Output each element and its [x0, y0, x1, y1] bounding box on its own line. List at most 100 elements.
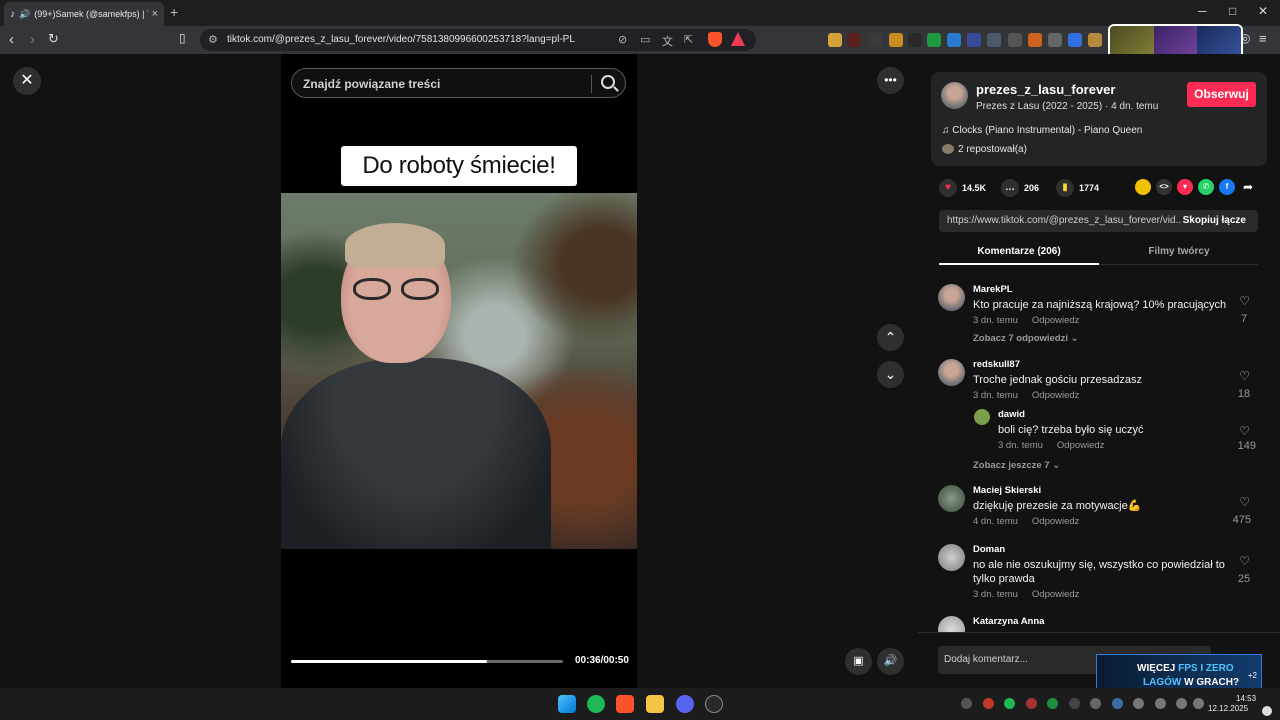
view-replies-button[interactable]: Zobacz 7 odpowiedzi ⌄ [973, 333, 1079, 344]
brave-rewards-icon[interactable] [731, 32, 745, 46]
more-options-button[interactable]: ••• [877, 67, 904, 94]
send-to-friends-icon[interactable]: ▾ [1177, 179, 1193, 195]
tab-creator-videos[interactable]: Filmy twórcy [1099, 246, 1259, 257]
translate-icon[interactable]: 文 [662, 33, 673, 49]
author-username[interactable]: prezes_z_lasu_forever [976, 82, 1115, 97]
tray-icon[interactable] [1047, 698, 1058, 709]
extension-icon[interactable] [889, 33, 903, 47]
comment-action[interactable]: … 206 [1001, 179, 1039, 197]
start-icon[interactable] [558, 695, 576, 713]
extension-icon[interactable] [1068, 33, 1082, 47]
spotify-icon[interactable] [587, 695, 605, 713]
extension-icon[interactable] [847, 33, 861, 47]
tray-icon[interactable] [1090, 698, 1101, 709]
whatsapp-icon[interactable]: ✆ [1198, 179, 1214, 195]
commenter-name[interactable]: Maciej Skierski [973, 485, 1041, 496]
window-minimize-button[interactable]: ─ [1198, 4, 1207, 18]
extension-icon[interactable] [967, 33, 981, 47]
brave-shield-icon[interactable] [708, 32, 722, 47]
menu-icon[interactable]: ≡ [1259, 31, 1267, 46]
comment-icon[interactable]: … [1001, 179, 1019, 197]
commenter-avatar[interactable] [938, 616, 965, 632]
tab-close-button[interactable]: × [152, 8, 158, 20]
volume-icon[interactable] [1193, 698, 1204, 709]
extension-icon[interactable] [927, 33, 941, 47]
tray-icon[interactable] [961, 698, 972, 709]
tray-icon[interactable] [1004, 698, 1015, 709]
brave-icon[interactable] [616, 695, 634, 713]
forward-icon[interactable]: › [30, 31, 35, 48]
reply-like-icon[interactable]: ♡ [1239, 424, 1250, 438]
extension-icon[interactable] [1048, 33, 1062, 47]
commenter-name[interactable]: Doman [973, 544, 1005, 555]
audio-icon[interactable]: 🔊 [19, 9, 30, 20]
reply-button[interactable]: Odpowiedz [1032, 390, 1080, 401]
save-action[interactable]: ▮ 1774 [1056, 179, 1099, 197]
commenter-avatar[interactable] [938, 544, 965, 571]
share-arrow-icon[interactable]: ➦ [1240, 179, 1256, 195]
extension-icon[interactable] [1008, 33, 1022, 47]
extension-icon[interactable] [1088, 33, 1102, 47]
comment-like-icon[interactable]: ♡ [1239, 369, 1250, 383]
close-video-button[interactable]: ✕ [13, 67, 41, 95]
tab-comments[interactable]: Komentarze (206) [939, 246, 1099, 257]
notification-icon[interactable] [1262, 706, 1272, 716]
taskbar-clock[interactable]: 14:53 12.12.2025 [1208, 694, 1256, 713]
window-maximize-button[interactable]: □ [1229, 4, 1236, 18]
comment-like-icon[interactable]: ♡ [1239, 294, 1250, 308]
tray-icon[interactable] [1133, 698, 1144, 709]
tray-icon[interactable] [1155, 698, 1166, 709]
reply-button[interactable]: Odpowiedz [1032, 589, 1080, 600]
commenter-name[interactable]: Katarzyna Anna [973, 616, 1044, 627]
comment-like-icon[interactable]: ♡ [1239, 554, 1250, 568]
follow-button[interactable]: Obserwuj [1187, 82, 1256, 107]
cast-icon[interactable]: ▭ [640, 33, 650, 46]
author-avatar[interactable] [941, 82, 968, 109]
network-icon[interactable] [1176, 698, 1187, 709]
share-coin-icon[interactable] [1135, 179, 1151, 195]
next-video-button[interactable]: ⌄ [877, 361, 904, 388]
file-explorer-icon[interactable] [646, 695, 664, 713]
reply-button[interactable]: Odpowiedz [1032, 315, 1080, 326]
video-frame[interactable] [281, 193, 637, 549]
bookmark-icon[interactable]: ▮ [1056, 179, 1074, 197]
reply-button[interactable]: Odpowiedz [1032, 516, 1080, 527]
copy-link-button[interactable]: Skopiuj łącze [1183, 215, 1246, 226]
extension-icon[interactable] [947, 33, 961, 47]
heart-icon[interactable]: ♥ [939, 179, 957, 197]
comment-like-icon[interactable]: ♡ [1239, 495, 1250, 509]
commenter-avatar[interactable] [938, 359, 965, 386]
like-action[interactable]: ♥ 14.5K [939, 179, 986, 197]
related-search-input[interactable]: Znajdź powiązane treści [291, 68, 626, 98]
facebook-icon[interactable]: f [1219, 179, 1235, 195]
search-icon[interactable] [601, 75, 615, 89]
reload-icon[interactable]: ↻ [48, 31, 59, 47]
embed-code-icon[interactable]: <> [1156, 179, 1172, 195]
window-close-button[interactable]: ✕ [1258, 4, 1268, 18]
commenter-avatar[interactable] [938, 485, 965, 512]
reply-button[interactable]: Odpowiedz [1057, 440, 1105, 451]
video-player[interactable]: Znajdź powiązane treści Do roboty śmieci… [281, 54, 637, 688]
replier-name[interactable]: dawid [998, 409, 1025, 420]
site-info-icon[interactable]: ⚙ [208, 33, 218, 46]
replier-avatar[interactable] [974, 409, 990, 425]
commenter-avatar[interactable] [938, 284, 965, 311]
video-progress-bar[interactable] [291, 660, 563, 663]
browser-tab-active[interactable]: ♪ 🔊 (99+)Samek (@samekfps) | Ti × [4, 2, 164, 26]
address-bar[interactable]: ⚙ tiktok.com/@prezes_z_lasu_forever/vide… [200, 29, 756, 51]
bookmark-icon[interactable]: ▯ [179, 31, 186, 45]
view-more-replies-button[interactable]: Zobacz jeszcze 7 ⌄ [973, 460, 1060, 471]
no-cast-icon[interactable]: ⊘ [618, 33, 627, 46]
share-icon[interactable]: ⇱ [684, 33, 693, 46]
video-link-text[interactable]: https://www.tiktok.com/@prezes_z_lasu_fo… [947, 215, 1181, 226]
extension-icon[interactable] [868, 33, 882, 47]
extension-icon[interactable] [828, 33, 842, 47]
tray-icon[interactable] [1069, 698, 1080, 709]
commenter-name[interactable]: MarekPL [973, 284, 1013, 295]
extension-icon[interactable] [908, 33, 922, 47]
commenter-name[interactable]: redskull87 [973, 359, 1020, 370]
extension-icon[interactable] [1028, 33, 1042, 47]
mini-player-button[interactable]: ▣ [845, 648, 872, 675]
tray-icon[interactable] [1112, 698, 1123, 709]
volume-button[interactable]: 🔊 [877, 648, 904, 675]
